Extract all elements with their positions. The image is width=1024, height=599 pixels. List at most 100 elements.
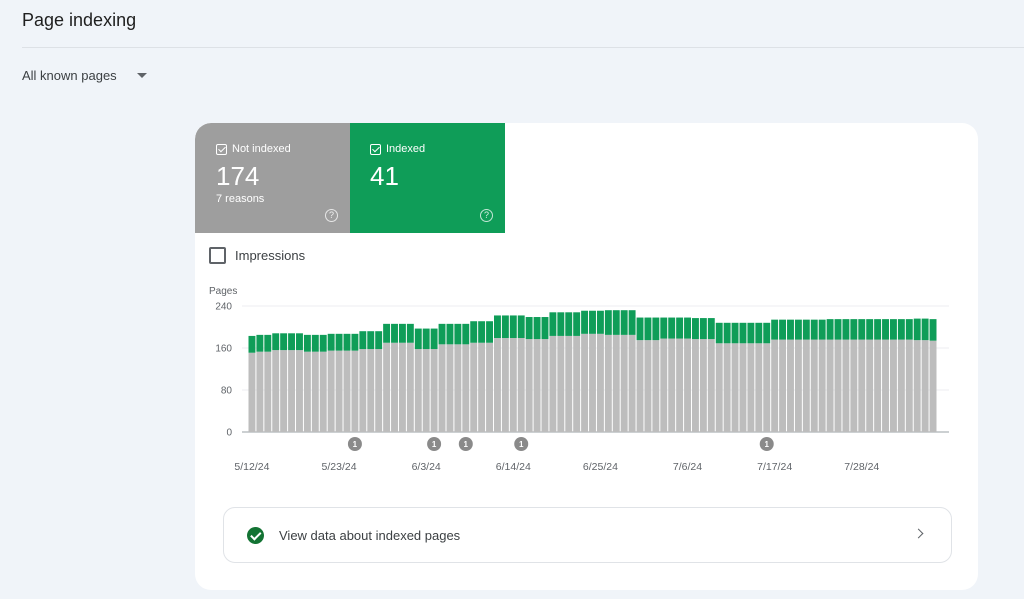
bar-indexed[interactable] (929, 319, 937, 341)
bar-indexed[interactable] (470, 321, 478, 343)
bar-not-indexed[interactable] (787, 339, 794, 432)
bar-indexed[interactable] (897, 319, 905, 340)
bar-indexed[interactable] (264, 334, 272, 352)
bar-not-indexed[interactable] (747, 343, 755, 432)
bar-not-indexed[interactable] (525, 339, 533, 432)
bar-indexed[interactable] (715, 322, 723, 344)
bar-not-indexed[interactable] (280, 350, 288, 432)
bar-indexed[interactable] (494, 315, 501, 339)
bar-not-indexed[interactable] (462, 344, 470, 432)
bar-not-indexed[interactable] (248, 352, 256, 432)
bar-indexed[interactable] (660, 317, 668, 339)
bar-indexed[interactable] (787, 319, 794, 340)
bar-indexed[interactable] (779, 319, 787, 340)
bar-indexed[interactable] (858, 319, 866, 340)
bar-indexed[interactable] (802, 319, 810, 340)
bar-not-indexed[interactable] (612, 334, 620, 432)
bar-not-indexed[interactable] (874, 339, 882, 432)
bar-not-indexed[interactable] (319, 351, 327, 432)
bar-indexed[interactable] (319, 334, 327, 352)
bar-indexed[interactable] (375, 331, 383, 350)
bar-indexed[interactable] (644, 317, 652, 341)
bar-not-indexed[interactable] (509, 338, 517, 432)
bar-indexed[interactable] (612, 310, 620, 335)
bar-not-indexed[interactable] (406, 342, 414, 432)
bar-not-indexed[interactable] (335, 350, 343, 432)
bar-not-indexed[interactable] (414, 349, 422, 432)
bar-not-indexed[interactable] (359, 349, 367, 432)
bar-not-indexed[interactable] (660, 338, 668, 432)
bar-not-indexed[interactable] (604, 334, 612, 432)
bar-indexed[interactable] (565, 312, 573, 336)
bar-not-indexed[interactable] (628, 334, 636, 432)
bar-indexed[interactable] (517, 315, 525, 339)
bar-indexed[interactable] (850, 319, 858, 340)
bar-indexed[interactable] (303, 334, 311, 352)
bar-indexed[interactable] (889, 319, 897, 340)
bar-not-indexed[interactable] (850, 339, 858, 432)
bar-not-indexed[interactable] (889, 339, 897, 432)
bar-not-indexed[interactable] (763, 343, 771, 432)
bar-not-indexed[interactable] (541, 339, 549, 432)
bar-not-indexed[interactable] (454, 344, 462, 432)
bar-indexed[interactable] (882, 319, 889, 340)
bar-not-indexed[interactable] (494, 338, 501, 432)
bar-not-indexed[interactable] (533, 339, 541, 432)
bar-not-indexed[interactable] (652, 340, 660, 432)
bar-not-indexed[interactable] (620, 334, 628, 432)
view-indexed-data-link[interactable]: View data about indexed pages (223, 507, 952, 563)
bar-not-indexed[interactable] (486, 342, 494, 432)
annotation-marker[interactable]: 1 (347, 437, 362, 451)
bar-not-indexed[interactable] (517, 338, 525, 432)
bar-not-indexed[interactable] (644, 340, 652, 432)
help-icon[interactable]: ? (480, 209, 493, 222)
bar-indexed[interactable] (296, 333, 303, 351)
bar-not-indexed[interactable] (557, 335, 565, 432)
bar-not-indexed[interactable] (913, 340, 921, 432)
bar-not-indexed[interactable] (470, 342, 478, 432)
bar-indexed[interactable] (771, 319, 779, 340)
bar-indexed[interactable] (652, 317, 660, 341)
bar-indexed[interactable] (596, 310, 604, 334)
bar-indexed[interactable] (280, 333, 288, 351)
bar-not-indexed[interactable] (549, 335, 557, 432)
bar-not-indexed[interactable] (589, 333, 596, 432)
bar-indexed[interactable] (462, 323, 470, 345)
bar-indexed[interactable] (446, 323, 454, 345)
bar-not-indexed[interactable] (707, 339, 715, 432)
bar-indexed[interactable] (406, 323, 414, 343)
bar-not-indexed[interactable] (327, 350, 335, 432)
bar-indexed[interactable] (731, 322, 739, 344)
pages-filter-dropdown[interactable]: All known pages (22, 68, 147, 83)
impressions-toggle[interactable]: Impressions (209, 247, 305, 264)
bar-not-indexed[interactable] (422, 349, 430, 432)
bar-not-indexed[interactable] (858, 339, 866, 432)
bar-not-indexed[interactable] (921, 340, 929, 432)
checkbox-checked-icon[interactable] (216, 143, 227, 155)
bar-not-indexed[interactable] (834, 339, 842, 432)
bar-not-indexed[interactable] (296, 350, 303, 432)
bar-indexed[interactable] (763, 322, 771, 344)
bar-indexed[interactable] (351, 333, 359, 351)
bar-not-indexed[interactable] (882, 339, 889, 432)
bar-not-indexed[interactable] (391, 342, 398, 432)
bar-not-indexed[interactable] (826, 339, 834, 432)
bar-indexed[interactable] (866, 319, 874, 340)
bar-indexed[interactable] (549, 312, 557, 336)
bar-not-indexed[interactable] (288, 350, 296, 432)
bar-indexed[interactable] (272, 333, 280, 351)
bar-not-indexed[interactable] (842, 339, 850, 432)
bar-indexed[interactable] (501, 315, 509, 339)
annotation-marker[interactable]: 1 (458, 437, 473, 451)
bar-indexed[interactable] (739, 322, 747, 344)
bar-not-indexed[interactable] (668, 338, 676, 432)
bar-indexed[interactable] (359, 331, 367, 350)
bar-indexed[interactable] (604, 310, 612, 335)
bar-indexed[interactable] (525, 317, 533, 340)
bar-not-indexed[interactable] (636, 340, 644, 432)
bar-indexed[interactable] (573, 312, 581, 336)
bar-indexed[interactable] (343, 333, 351, 351)
bar-indexed[interactable] (818, 319, 826, 340)
annotation-marker[interactable]: 1 (427, 437, 442, 451)
bar-indexed[interactable] (691, 318, 699, 340)
